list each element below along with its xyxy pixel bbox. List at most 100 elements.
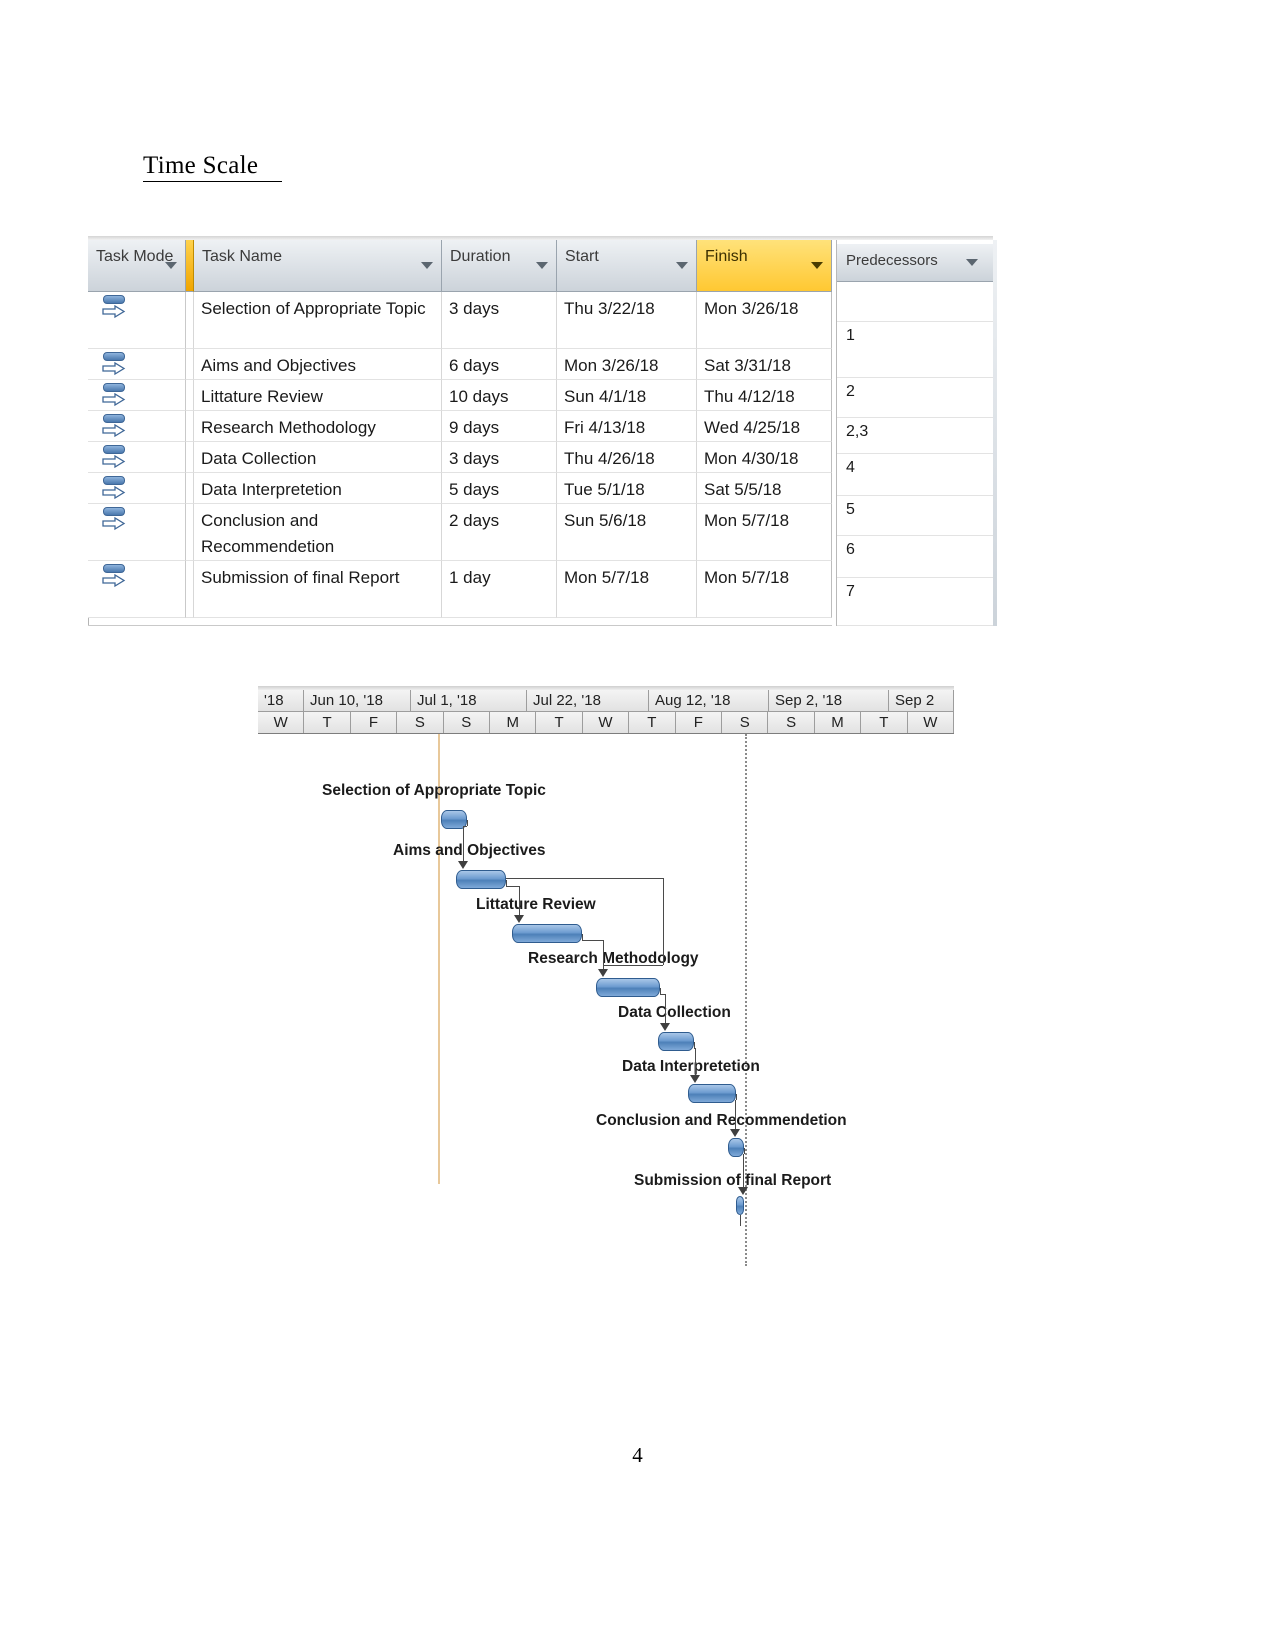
cell-predecessors[interactable]: 4 xyxy=(837,454,994,496)
timeline-minor-row: WTFSSMTWTFSSMTW xyxy=(258,712,954,734)
dependency-link xyxy=(695,1048,696,1075)
timeline-minor-cell: M xyxy=(815,712,862,733)
cell-finish: Sat 5/5/18 xyxy=(697,473,832,504)
task-mode-icon[interactable] xyxy=(101,352,127,376)
dependency-arrow-icon xyxy=(514,915,524,923)
gantt-bar[interactable] xyxy=(736,1196,744,1215)
column-header-predecessors[interactable]: Predecessors xyxy=(837,244,994,282)
cell-predecessors[interactable]: 2,3 xyxy=(837,418,994,454)
timeline-major-cell: Jul 1, '18 xyxy=(411,690,527,711)
cell-duration: 3 days xyxy=(442,292,557,349)
table-row[interactable]: Research Methodology 9 days Fri 4/13/18 Wed… xyxy=(88,411,832,442)
table-row[interactable]: Submission of final Report 1 day Mon 5/7/1… xyxy=(88,561,832,618)
column-header-task-mode[interactable]: Task Mode xyxy=(88,240,186,292)
column-header-task-name[interactable]: Task Name xyxy=(194,240,442,292)
cell-finish: Mon 4/30/18 xyxy=(697,442,832,473)
cell-predecessors[interactable]: 1 xyxy=(837,322,994,378)
page-title-text: Time Scale xyxy=(143,152,283,182)
gantt-bar-label: Submission of final Report xyxy=(634,1172,832,1189)
cell-finish: Thu 4/12/18 xyxy=(697,380,832,411)
gantt-bar[interactable] xyxy=(688,1084,736,1103)
dependency-link xyxy=(665,994,666,1023)
cell-task-mode xyxy=(88,473,186,504)
table-row[interactable]: Data Collection 3 days Thu 4/26/18 Mon 4/30… xyxy=(88,442,832,473)
chevron-down-icon[interactable] xyxy=(536,262,548,269)
column-header-duration[interactable]: Duration xyxy=(442,240,557,292)
gantt-bar[interactable] xyxy=(512,924,582,943)
task-mode-icon[interactable] xyxy=(101,414,127,438)
table-row[interactable]: Aims and Objectives 6 days Mon 3/26/18 Sat … xyxy=(88,349,832,380)
cell-predecessors[interactable]: 7 xyxy=(837,578,994,626)
cell-finish: Mon 5/7/18 xyxy=(697,561,832,618)
cell-predecessors[interactable]: 5 xyxy=(837,496,994,536)
timeline-minor-cell: T xyxy=(861,712,908,733)
cell-indicator xyxy=(186,380,194,411)
gantt-bar-label: Littature Review xyxy=(476,896,596,913)
cell-finish: Wed 4/25/18 xyxy=(697,411,832,442)
grid-bottom-rail xyxy=(88,625,832,626)
timeline-minor-cell: T xyxy=(536,712,583,733)
cell-start: Thu 4/26/18 xyxy=(557,442,697,473)
cell-duration: 9 days xyxy=(442,411,557,442)
task-mode-icon[interactable] xyxy=(101,383,127,407)
dependency-arrow-icon xyxy=(730,1129,740,1137)
cell-task_name: Littature Review xyxy=(194,380,442,411)
cell-start: Thu 3/22/18 xyxy=(557,292,697,349)
column-header-finish[interactable]: Finish xyxy=(697,240,832,292)
dependency-link xyxy=(740,1215,741,1226)
timeline-major-cell: '18 xyxy=(258,690,304,711)
timeline-minor-cell: W xyxy=(258,712,305,733)
cell-task_name: Conclusion and Recommendetion xyxy=(194,504,442,561)
chevron-down-icon[interactable] xyxy=(676,262,688,269)
cell-predecessors[interactable]: 6 xyxy=(837,536,994,578)
cell-task-mode xyxy=(88,380,186,411)
timeline-minor-cell: W xyxy=(583,712,630,733)
column-header-start-label: Start xyxy=(565,248,599,265)
task-mode-icon[interactable] xyxy=(101,564,127,588)
table-row[interactable]: Data Interpretetion 5 days Tue 5/1/18 Sat 5… xyxy=(88,473,832,504)
cell-start: Sun 5/6/18 xyxy=(557,504,697,561)
timeline-minor-cell: T xyxy=(304,712,351,733)
column-header-indicator[interactable] xyxy=(186,240,194,292)
cell-duration: 1 day xyxy=(442,561,557,618)
dependency-link xyxy=(463,826,464,861)
cell-predecessors[interactable] xyxy=(837,284,994,322)
dependency-link xyxy=(506,886,519,887)
chevron-down-icon[interactable] xyxy=(421,262,433,269)
task-mode-icon[interactable] xyxy=(101,445,127,469)
dependency-link xyxy=(743,1154,744,1187)
column-header-finish-label: Finish xyxy=(705,248,748,265)
cell-indicator xyxy=(186,411,194,442)
table-row[interactable]: Littature Review 10 days Sun 4/1/18 Thu 4/1… xyxy=(88,380,832,411)
cell-task-mode xyxy=(88,504,186,561)
task-mode-icon[interactable] xyxy=(101,476,127,500)
gantt-bar[interactable] xyxy=(596,978,660,997)
dependency-link xyxy=(582,940,603,941)
gantt-bar[interactable] xyxy=(728,1138,744,1157)
timeline-minor-cell: S xyxy=(444,712,490,733)
table-row[interactable]: Selection of Appropriate Topic 3 days Thu … xyxy=(88,292,832,349)
cell-start: Mon 5/7/18 xyxy=(557,561,697,618)
cell-start: Tue 5/1/18 xyxy=(557,473,697,504)
cell-task_name: Submission of final Report xyxy=(194,561,442,618)
timeline-major-cell: Sep 2, '18 xyxy=(769,690,889,711)
task-mode-icon[interactable] xyxy=(101,295,127,319)
cell-predecessors[interactable]: 2 xyxy=(837,378,994,418)
chevron-down-icon[interactable] xyxy=(811,262,823,269)
chevron-down-icon[interactable] xyxy=(165,262,177,269)
cell-start: Fri 4/13/18 xyxy=(557,411,697,442)
chevron-down-icon[interactable] xyxy=(966,259,978,266)
gantt-bar[interactable] xyxy=(658,1032,694,1051)
table-row[interactable]: Conclusion and Recommendetion 2 days Sun 5… xyxy=(88,504,832,561)
cell-duration: 5 days xyxy=(442,473,557,504)
cell-indicator xyxy=(186,473,194,504)
timeline-major-cell: Aug 12, '18 xyxy=(649,690,769,711)
cell-start: Mon 3/26/18 xyxy=(557,349,697,380)
cell-task_name: Aims and Objectives xyxy=(194,349,442,380)
task-mode-icon[interactable] xyxy=(101,507,127,531)
cell-task_name: Data Interpretetion xyxy=(194,473,442,504)
column-header-predecessors-label: Predecessors xyxy=(846,252,938,269)
column-header-start[interactable]: Start xyxy=(557,240,697,292)
column-header-duration-label: Duration xyxy=(450,248,511,265)
gantt-bar[interactable] xyxy=(456,870,506,889)
